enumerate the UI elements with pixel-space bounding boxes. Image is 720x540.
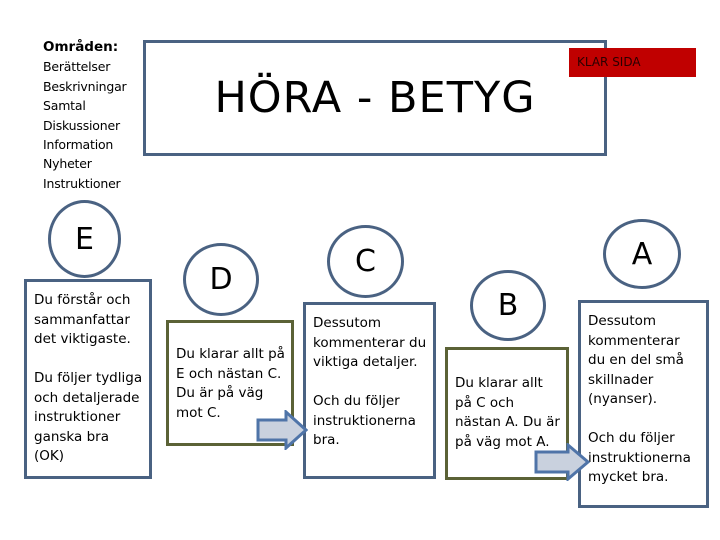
area-item: Instruktioner <box>43 175 121 191</box>
grade-e-box: Du förstår och sammanfattar det viktigas… <box>24 279 152 479</box>
area-item: Nyheter <box>43 156 92 172</box>
grade-letter: E <box>75 221 94 257</box>
klar-sida-button[interactable]: KLAR SIDA <box>569 48 696 77</box>
arrow-right-icon <box>534 443 590 481</box>
grade-text: Och du följer instruktionerna mycket bra… <box>588 430 691 485</box>
grade-a-box: Dessutom kommenterar du en del små skill… <box>578 300 709 508</box>
grade-c-box: Dessutom kommenterar du viktiga detaljer… <box>303 302 436 479</box>
grade-text: Dessutom kommenterar du en del små skill… <box>588 313 684 407</box>
grade-text: Du följer tydliga och detaljerade instru… <box>34 370 143 464</box>
grade-text: Du klarar allt på C och nästan A. Du är … <box>455 375 560 450</box>
grade-text: Du förstår och sammanfattar det viktigas… <box>34 292 131 347</box>
grade-c-circle: C <box>327 225 404 298</box>
title-box: HÖRA - BETYG <box>143 40 607 156</box>
area-item: Beskrivningar <box>43 78 127 94</box>
grade-letter: B <box>497 288 519 323</box>
area-item: Berättelser <box>43 59 111 75</box>
arrow-right-icon <box>256 410 308 450</box>
areas-list: Områden: Berättelser Beskrivningar Samta… <box>43 38 127 193</box>
grade-letter: D <box>209 262 233 297</box>
grade-letter: C <box>355 244 376 279</box>
grade-d-circle: D <box>183 243 259 316</box>
area-item: Diskussioner <box>43 117 120 133</box>
area-item: Samtal <box>43 98 86 114</box>
page-title: HÖRA - BETYG <box>214 73 536 123</box>
grade-a-circle: A <box>603 219 681 289</box>
grade-e-circle: E <box>48 200 121 278</box>
grade-text: Och du följer instruktionerna bra. <box>313 393 416 448</box>
grade-text: Dessutom kommenterar du viktiga detaljer… <box>313 315 427 370</box>
grade-b-circle: B <box>470 270 546 341</box>
grade-letter: A <box>631 236 653 272</box>
areas-heading: Områden: <box>43 39 119 55</box>
area-item: Information <box>43 137 114 153</box>
